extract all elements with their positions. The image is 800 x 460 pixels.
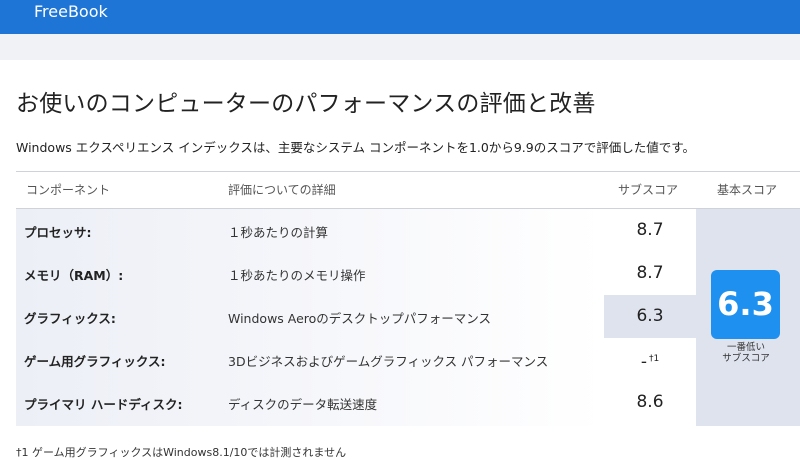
table-top-divider <box>16 171 800 172</box>
subscore-value: 8.6 <box>636 392 664 412</box>
table-row: メモリ（RAM）: １秒あたりのメモリ操作 8.7 <box>0 252 800 295</box>
table-row: プライマリ ハードディスク: ディスクのデータ転送速度 8.6 <box>0 381 800 424</box>
table-row: グラフィックス: Windows Aeroのデスクトップパフォーマンス 6.3 <box>0 295 800 338</box>
component-name: グラフィックス: <box>24 311 116 326</box>
component-detail: 3Dビジネスおよびゲームグラフィックス パフォーマンス <box>228 354 549 369</box>
component-name: ゲーム用グラフィックス: <box>24 354 166 369</box>
component-detail: １秒あたりの計算 <box>228 225 329 240</box>
base-score-caption-line2: サブスコア <box>722 353 770 364</box>
subscore-value: - †1 <box>640 352 660 372</box>
component-name: メモリ（RAM）: <box>24 268 124 283</box>
column-header-component: コンポーネント <box>26 183 111 197</box>
page-description: Windows エクスペリエンス インデックスは、主要なシステム コンポーネント… <box>16 140 695 155</box>
subscore-value-lowest: 6.3 <box>604 295 696 338</box>
table-row: ゲーム用グラフィックス: 3Dビジネスおよびゲームグラフィックス パフォーマンス… <box>0 338 800 381</box>
app-title[interactable]: FreeBook <box>34 1 108 23</box>
column-header-detail: 評価についての詳細 <box>228 183 336 197</box>
component-detail: Windows Aeroのデスクトップパフォーマンス <box>228 311 492 326</box>
toolbar-strip <box>0 34 800 60</box>
table-row: プロセッサ: １秒あたりの計算 8.7 <box>0 209 800 252</box>
component-name: プロセッサ: <box>24 225 92 240</box>
app-header: FreeBook <box>0 0 800 34</box>
subscore-value: 8.7 <box>636 263 664 283</box>
subscore-value: 8.7 <box>636 220 664 240</box>
component-detail: ディスクのデータ転送速度 <box>228 397 378 412</box>
base-score-tile: 6.3 <box>711 270 780 339</box>
footnote-marker: †1 <box>648 354 660 364</box>
base-score-caption-line1: 一番低い <box>726 342 765 353</box>
component-detail: １秒あたりのメモリ操作 <box>228 268 366 283</box>
page-title: お使いのコンピューターのパフォーマンスの評価と改善 <box>16 91 596 117</box>
column-header-base-score: 基本スコア <box>717 183 778 197</box>
column-header-subscore: サブスコア <box>618 183 679 197</box>
base-score-caption: 一番低い サブスコア <box>700 342 792 364</box>
footnote: †1 ゲーム用グラフィックスはWindows8.1/10では計測されません <box>16 446 347 459</box>
component-name: プライマリ ハードディスク: <box>24 397 183 412</box>
